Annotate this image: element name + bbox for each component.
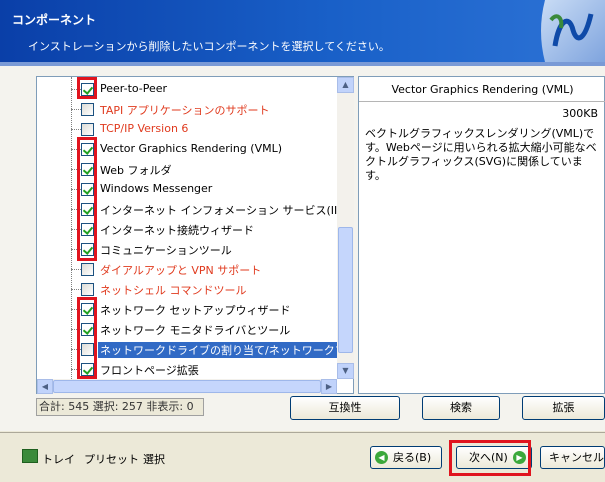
highlight-box [77,77,97,99]
description-panel: Vector Graphics Rendering (VML) 300KB ベク… [358,76,605,394]
tree-item-label: ダイアルアップと VPN サポート [100,264,262,277]
tree-connector [71,269,81,270]
select-link[interactable]: 選択 [143,451,165,467]
back-arrow-icon: ◀ [375,451,388,464]
tree-connector [71,289,81,290]
tree-item[interactable]: ダイアルアップと VPN サポート [37,259,337,279]
expand-button[interactable]: 拡張 [522,396,605,420]
checkbox[interactable] [81,263,94,276]
tray-link[interactable]: トレイ [42,451,75,467]
tree-item-label: インターネット接続ウィザード [100,224,254,237]
page-subtitle: インストレーションから削除したいコンポーネントを選択してください。 [28,40,390,53]
tree-item-label: ネットワーク セットアップウィザード [100,304,291,317]
preset-link[interactable]: プリセット [84,451,139,467]
compatibility-button[interactable]: 互換性 [290,396,400,420]
back-button-label: 戻る(B) [393,451,432,464]
tree-item-label: ネットシェル コマンドツール [100,284,247,297]
description-title: Vector Graphics Rendering (VML) [391,83,574,96]
highlight-box [77,137,97,261]
tree-item-label: コミュニケーションツール [100,244,232,257]
checkbox[interactable] [81,103,94,116]
wizard-header: コンポーネント インストレーションから削除したいコンポーネントを選択してください… [0,0,605,62]
tree-item-label: フロントページ拡張 [100,364,199,377]
description-text: ベクトルグラフィックスレンダリング(VML)です。Webページに用いられる拡大縮… [365,127,597,182]
component-size: 300KB [562,107,598,120]
scroll-up-button[interactable]: ▲ [337,77,354,93]
tray-icon [22,449,38,463]
highlight-box [449,440,531,476]
footer-divider [0,432,605,433]
cancel-button-label: キャンセル(C) [549,451,604,464]
tree-item[interactable]: TAPI アプリケーションのサポート [37,99,337,119]
checkbox[interactable] [81,123,94,136]
page-title: コンポーネント [12,13,97,27]
component-tree[interactable]: Peer-to-Peer TAPI アプリケーションのサポート TCP/IP V… [36,76,354,394]
tree-item-label: インターネット インフォメーション サービス(IIS) [100,204,337,217]
tree-connector [71,129,81,130]
scroll-left-button[interactable]: ◀ [37,379,53,394]
tree-item-label: Windows Messenger [100,182,213,195]
highlight-box [77,297,97,379]
tree-item-label: ネットワークドライブの割り当て/ネットワークプレース [98,342,337,358]
tree-item-label: TCP/IP Version 6 [100,122,189,135]
checkbox[interactable] [81,283,94,296]
tree-item-label: TAPI アプリケーションのサポート [100,104,270,117]
selection-counts: 合計: 545 選択: 257 非表示: 0 [36,398,204,416]
cancel-button[interactable]: キャンセル(C) [540,446,605,469]
horizontal-scrollbar[interactable]: ◀ ▶ [37,379,337,394]
tree-item-label: Web フォルダ [100,164,172,177]
scroll-thumb[interactable] [53,380,321,393]
tree-item-label: ネットワーク モニタドライバとツール [100,324,291,337]
vertical-scrollbar[interactable]: ▲ ▼ [337,77,354,379]
description-divider [359,101,605,102]
tree-connector [71,109,81,110]
tree-item-label: Vector Graphics Rendering (VML) [100,142,283,155]
tree-item[interactable]: ネットシェル コマンドツール [37,279,337,299]
back-button[interactable]: ◀ 戻る(B) [370,446,442,469]
search-button[interactable]: 検索 [422,396,500,420]
tree-item-label: Peer-to-Peer [100,82,168,95]
scroll-right-button[interactable]: ▶ [321,379,337,394]
scroll-down-button[interactable]: ▼ [337,363,354,379]
scroll-thumb[interactable] [338,227,353,353]
tree-item[interactable]: TCP/IP Version 6 [37,119,337,139]
logo-swirl-icon [541,0,605,62]
